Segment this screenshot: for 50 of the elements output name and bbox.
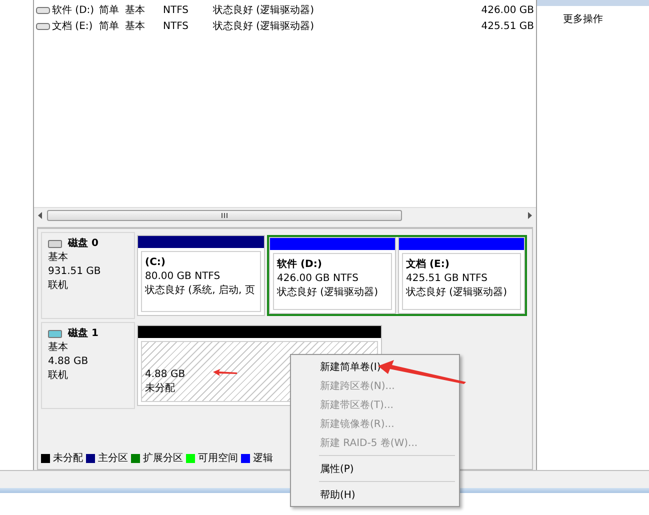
partition-pane[interactable]: 文档 (E:) 425.51 GB NTFS 状态良好 (逻辑驱动器)	[398, 237, 525, 314]
disk-title: 磁盘 1	[68, 327, 98, 341]
type-cell-text: 基本	[125, 20, 146, 33]
disk-status: 联机	[48, 279, 69, 293]
partition-size: 80.00 GB NTFS	[145, 270, 220, 284]
scrollbar-thumb[interactable]	[47, 210, 402, 221]
partition-status: 状态良好 (逻辑驱动器)	[406, 286, 507, 300]
legend-label: 主分区	[98, 452, 128, 465]
capacity-cell-text: 425.51 GB	[480, 20, 535, 32]
partition-size: 426.00 GB NTFS	[277, 272, 358, 286]
partition-label: (C:)	[145, 256, 166, 270]
scroll-left-icon[interactable]	[38, 212, 43, 219]
partition-size: 425.51 GB NTFS	[406, 272, 488, 286]
scroll-right-icon[interactable]	[527, 212, 532, 219]
disk-size: 931.51 GB	[48, 265, 102, 279]
disk-status: 联机	[48, 369, 69, 383]
legend-label: 扩展分区	[143, 452, 183, 465]
annotation-arrow	[213, 369, 237, 377]
partition-label: 软件 (D:)	[277, 258, 322, 272]
status-cell-text: 状态良好 (逻辑驱动器)	[213, 4, 315, 17]
disk-title: 磁盘 0	[68, 237, 98, 251]
layout-cell-text: 简单	[99, 20, 120, 33]
legend-label: 可用空间	[198, 452, 238, 465]
volume-name: 文档 (E:)	[36, 19, 99, 33]
drive-icon	[36, 6, 50, 14]
disk-size: 4.88 GB	[48, 355, 90, 369]
type-cell-text: 基本	[125, 4, 146, 17]
partition-status: 未分配	[145, 382, 175, 396]
disk-label-panel[interactable]: 磁盘 0 基本 931.51 GB 联机	[41, 232, 135, 319]
menu-item[interactable]: 帮助(H)	[293, 485, 457, 504]
disk-type: 基本	[48, 251, 69, 265]
partition-size: 4.88 GB	[145, 368, 186, 382]
action-link[interactable]: 更多操作	[537, 6, 649, 26]
capacity-cell-text: 426.00 GB	[480, 4, 535, 16]
partition-status: 状态良好 (逻辑驱动器)	[277, 286, 378, 300]
filesystem-cell-text: NTFS	[163, 4, 190, 16]
partition-label: 文档 (E:)	[406, 258, 450, 272]
menu-item[interactable]: 属性(P)	[293, 459, 457, 478]
status-cell-text: 状态良好 (逻辑驱动器)	[213, 20, 315, 33]
legend-label: 逻辑	[253, 452, 273, 465]
drive-icon	[36, 22, 50, 30]
partition-status: 状态良好 (系统, 启动, 页	[145, 284, 255, 298]
layout-cell-text: 简单	[99, 4, 120, 17]
legend-label: 未分配	[53, 452, 83, 465]
disk-type: 基本	[48, 341, 69, 355]
disk-label-panel[interactable]: 磁盘 1 基本 4.88 GB 联机	[41, 322, 135, 409]
filesystem-cell-text: NTFS	[163, 20, 190, 32]
partition-pane[interactable]: 软件 (D:) 426.00 GB NTFS 状态良好 (逻辑驱动器)	[269, 237, 396, 314]
partition-pane[interactable]: (C:) 80.00 GB NTFS 状态良好 (系统, 启动, 页	[137, 235, 265, 316]
volume-name: 软件 (D:)	[36, 3, 99, 17]
